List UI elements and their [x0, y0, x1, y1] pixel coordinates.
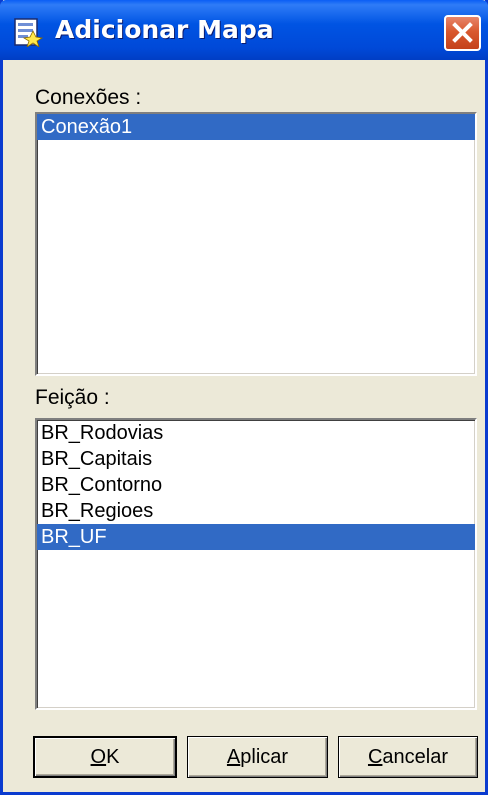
features-label: Feição :: [35, 386, 110, 409]
feature-list-item[interactable]: BR_UF: [37, 524, 475, 550]
feature-list-item[interactable]: BR_Capitais: [37, 446, 475, 472]
connection-list-item[interactable]: Conexão1: [37, 114, 475, 140]
title-bar[interactable]: Adicionar Mapa: [0, 0, 488, 60]
ok-button[interactable]: OK: [33, 736, 177, 778]
connections-label: Conexões :: [35, 86, 142, 109]
feature-list-item[interactable]: BR_Contorno: [37, 472, 475, 498]
cancel-button[interactable]: Cancelar: [338, 736, 478, 778]
dialog-window: Adicionar Mapa Conexões : Conexão1 Feiçã…: [0, 0, 488, 795]
feature-list-item[interactable]: BR_Regioes: [37, 498, 475, 524]
apply-button[interactable]: Aplicar: [187, 736, 328, 778]
connections-listbox[interactable]: Conexão1: [35, 112, 477, 376]
close-icon: [452, 22, 473, 43]
add-map-icon: [14, 18, 43, 47]
feature-list-item[interactable]: BR_Rodovias: [37, 420, 475, 446]
close-button[interactable]: [444, 15, 481, 51]
window-title: Adicionar Mapa: [55, 15, 274, 44]
features-listbox[interactable]: BR_Rodovias BR_Capitais BR_Contorno BR_Regi…: [35, 418, 477, 710]
